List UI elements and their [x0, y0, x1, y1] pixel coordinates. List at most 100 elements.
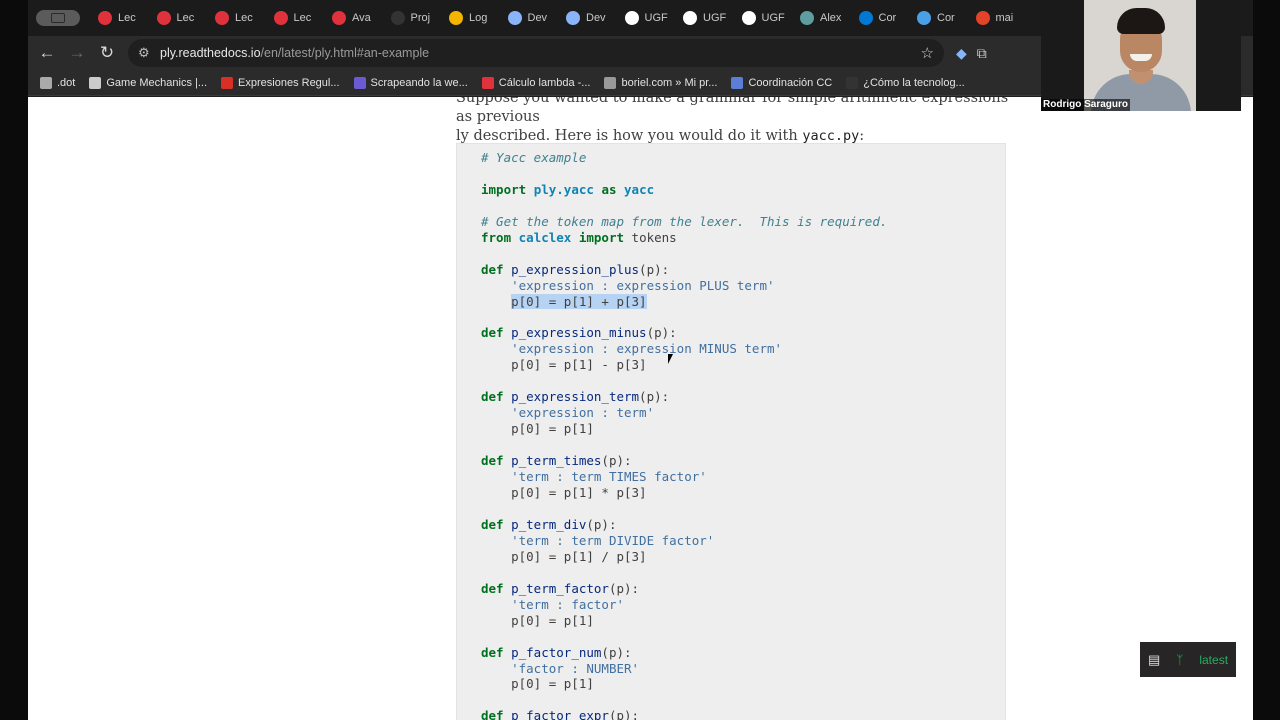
bookmark-favicon-icon	[353, 76, 366, 89]
browser-tab[interactable]: Cor	[849, 0, 908, 36]
bookmark-item[interactable]: Cálculo lambda -...	[478, 76, 601, 89]
browser-tab[interactable]: Dev	[556, 0, 615, 36]
bookmark-label: .dot	[57, 76, 76, 89]
outlook-icon	[858, 11, 873, 25]
code-token: import	[578, 229, 625, 245]
code-token: p[0] = p[1] * p[3]	[481, 485, 647, 501]
lecture-icon	[98, 11, 112, 25]
bookmark-favicon-icon	[89, 76, 102, 89]
participant-name: Rodrigo Saraguro	[1041, 99, 1131, 111]
tab-title: UGF	[703, 12, 727, 24]
gitlab-icon	[975, 11, 990, 25]
bookmark-item[interactable]: .dot	[36, 76, 85, 89]
code-block[interactable]: # Yacc example import ply.yacc as yacc #…	[456, 143, 1006, 720]
code-line: 'expression : expression MINUS term'	[481, 341, 887, 357]
code-token: p_expression_minus	[511, 325, 647, 341]
tab-title: UGF	[644, 12, 668, 24]
tab-title: Ava	[352, 12, 371, 24]
browser-tab[interactable]: UGF	[732, 0, 791, 36]
tab-title: Lec	[176, 12, 195, 24]
browser-tab[interactable]: Proj	[381, 0, 440, 36]
code-line: 'expression : term'	[481, 405, 887, 421]
code-token: def	[481, 708, 504, 720]
code-token: 'expression : expression PLUS term'	[511, 277, 775, 293]
address-bar[interactable]: ⚙ ply.readthedocs.io/en/latest/ply.html#…	[128, 39, 944, 67]
code-line: p[0] = p[1] / p[3]	[481, 549, 887, 565]
code-line: def p_expression_term(p):	[481, 389, 887, 405]
browser-tab[interactable]: Cor	[907, 0, 966, 36]
browser-tab[interactable]: mai	[966, 0, 1025, 36]
code-line: import ply.yacc as yacc	[481, 182, 887, 198]
bookmark-item[interactable]: Expresiones Regul...	[217, 76, 350, 89]
tab-title: UGF	[761, 12, 785, 24]
webcam-overlay: Rodrigo Saraguro	[1041, 0, 1241, 111]
url-path: /en/latest/ply.html#an-example	[260, 46, 430, 60]
browser-tab[interactable]: Alex	[790, 0, 849, 36]
tab-group-chip[interactable]	[28, 10, 88, 26]
code-line: from calclex import tokens	[481, 230, 887, 246]
bookmark-star-icon[interactable]: ☆	[921, 44, 934, 62]
browser-tab[interactable]: Lec	[88, 0, 147, 36]
branch-icon: ᛉ	[1176, 652, 1184, 667]
code-token: (p):	[608, 580, 640, 596]
puzzle-icon[interactable]: ⧉	[977, 45, 987, 62]
bookmark-item[interactable]: Scrapeando la we...	[350, 76, 478, 89]
code-token: p_expression_term	[511, 389, 640, 405]
code-token: 'term : factor'	[511, 596, 624, 612]
code-token: 'term : term DIVIDE factor'	[511, 532, 715, 548]
browser-tab[interactable]: Log	[439, 0, 498, 36]
bookmark-favicon-icon	[40, 76, 52, 89]
code-line: def p_term_factor(p):	[481, 581, 887, 597]
browser-tab[interactable]: UGF	[673, 0, 732, 36]
ugf-icon	[624, 11, 639, 25]
code-line: def p_factor_num(p):	[481, 645, 887, 661]
forward-button[interactable]: →	[62, 38, 92, 68]
reload-button[interactable]: ↻	[92, 38, 122, 68]
browser-tab[interactable]: UGF	[615, 0, 674, 36]
code-token: (p):	[639, 261, 670, 277]
bookmark-item[interactable]: boriel.com » Mi pr...	[600, 76, 727, 89]
code-token: p_term_factor	[511, 580, 609, 596]
readthedocs-version-badge[interactable]: ▤ ᛉ latest	[1140, 642, 1236, 677]
code-token: p_factor_num	[511, 644, 602, 660]
bookmark-favicon-icon	[481, 76, 494, 89]
code-token: p[0] = p[1]	[481, 612, 594, 628]
code-line: p[0] = p[1]	[481, 676, 887, 692]
site-info-icon[interactable]: ⚙	[138, 45, 160, 61]
extension-icon[interactable]: ◆	[956, 45, 967, 62]
browser-tab[interactable]: Ava	[322, 0, 381, 36]
bookmark-favicon-icon	[604, 76, 617, 89]
browser-tab[interactable]: Lec	[147, 0, 206, 36]
code-line: def p_expression_minus(p):	[481, 325, 887, 341]
tab-title: Alex	[820, 12, 842, 24]
bookmark-item[interactable]: ¿Cómo la tecnolog...	[842, 76, 975, 89]
back-button[interactable]: ←	[32, 38, 62, 68]
bookmark-label: Expresiones Regul...	[238, 76, 340, 89]
browser-tab[interactable]: Dev	[498, 0, 557, 36]
bookmark-label: ¿Cómo la tecnolog...	[863, 76, 965, 89]
code-line: # Get the token map from the lexer. This…	[481, 214, 887, 230]
bookmark-item[interactable]: Coordinación CC	[727, 76, 842, 89]
browser-tab[interactable]: Lec	[264, 0, 323, 36]
code-listing: # Yacc example import ply.yacc as yacc #…	[481, 150, 887, 720]
code-line: def p_factor_expr(p):	[481, 708, 887, 720]
tab-title: mai	[995, 12, 1014, 24]
bookmark-item[interactable]: Game Mechanics |...	[85, 76, 217, 89]
bookmark-label: Scrapeando la we...	[370, 76, 468, 89]
ugf-icon	[741, 11, 756, 25]
browser-tab[interactable]: Lec	[205, 0, 264, 36]
tab-title: Dev	[527, 12, 548, 24]
